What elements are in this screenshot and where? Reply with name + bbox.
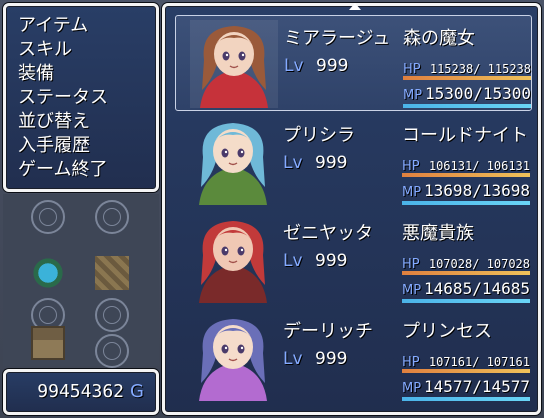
- mp-value: 14577/14577: [424, 377, 530, 396]
- actor-name: ミアラージュ: [284, 28, 391, 49]
- actor-name: ゼニヤッタ: [283, 223, 373, 244]
- level-label: Lv: [283, 251, 303, 271]
- menu-item-status[interactable]: ステータス: [14, 86, 154, 110]
- actor-row[interactable]: ミアラージュ Lv 999 森の魔女 HP 115238/ 115238 MP …: [175, 15, 532, 111]
- mp-gauge-fill: [402, 397, 530, 401]
- hp-label: HP: [402, 257, 420, 272]
- menu-item-equip[interactable]: 装備: [18, 62, 152, 86]
- actor-name: プリシラ: [283, 125, 355, 146]
- actor-level: 999: [315, 153, 348, 173]
- mp-gauge: MP 15300/15300: [403, 84, 531, 110]
- menu-item-formation[interactable]: 並び替え: [18, 110, 152, 134]
- hp-gauge-fill: [403, 76, 531, 80]
- hp-gauge-fill: [402, 369, 530, 373]
- hp-value: 115238/ 115238: [429, 62, 531, 76]
- mp-label: MP: [402, 283, 422, 298]
- command-window: アイテム スキル 装備 ステータス 並び替え 入手履歴 ゲーム終了: [3, 3, 159, 192]
- menu-item-skills[interactable]: スキル: [18, 38, 152, 62]
- chest-tile-icon: [31, 326, 65, 360]
- mp-gauge: MP 13698/13698: [402, 181, 530, 207]
- level-label: Lv: [283, 153, 303, 173]
- actor-level: 999: [315, 349, 348, 369]
- magic-circle-icon: [95, 298, 129, 332]
- actor-row[interactable]: ゼニヤッタ Lv 999 悪魔貴族 HP 107028/ 107028 MP 1…: [175, 211, 532, 307]
- magic-circle-icon: [95, 200, 129, 234]
- actor-face-portrait: [190, 20, 278, 108]
- menu-item-history[interactable]: 入手履歴: [18, 134, 152, 158]
- hp-label: HP: [403, 62, 421, 77]
- mp-value: 13698/13698: [424, 181, 530, 200]
- magic-circle-icon: [95, 334, 129, 368]
- menu-item-items[interactable]: アイテム: [18, 14, 152, 38]
- actor-level: 999: [315, 251, 348, 271]
- actor-class: コールドナイト: [402, 125, 528, 146]
- hp-gauge: HP 115238/ 115238: [403, 62, 531, 82]
- mp-value: 14685/14685: [424, 279, 530, 298]
- hp-value: 107028/ 107028: [428, 257, 530, 271]
- bookshelf-tile-icon: [95, 256, 129, 290]
- actor-row[interactable]: プリシラ Lv 999 コールドナイト HP 106131/ 106131 MP…: [175, 113, 532, 209]
- gold-window: 99454362 G: [3, 369, 159, 415]
- hp-gauge-fill: [402, 271, 530, 275]
- gold-unit: G: [130, 381, 144, 402]
- mp-gauge: MP 14577/14577: [402, 377, 530, 403]
- actor-class: プリンセス: [402, 321, 492, 342]
- mp-gauge-fill: [402, 201, 530, 205]
- map-view: [3, 194, 159, 368]
- actor-class: 森の魔女: [403, 28, 475, 49]
- menu-item-game-end[interactable]: ゲーム終了: [18, 158, 152, 182]
- hp-gauge: HP 106131/ 106131: [402, 159, 530, 179]
- mp-gauge: MP 14685/14685: [402, 279, 530, 305]
- mp-gauge-fill: [403, 104, 531, 108]
- actor-row[interactable]: デーリッチ Lv 999 プリンセス HP 107161/ 107161 MP …: [175, 309, 532, 405]
- hp-value: 106131/ 106131: [428, 159, 530, 173]
- hp-value: 107161/ 107161: [428, 355, 530, 369]
- mp-value: 15300/15300: [425, 84, 531, 103]
- hp-label: HP: [402, 355, 420, 370]
- actor-name: デーリッチ: [283, 321, 373, 342]
- level-label: Lv: [283, 349, 303, 369]
- actor-face-portrait: [189, 117, 277, 205]
- hp-gauge-fill: [402, 173, 530, 177]
- mp-label: MP: [402, 185, 422, 200]
- scroll-up-arrow-icon[interactable]: [349, 3, 361, 10]
- hp-gauge: HP 107028/ 107028: [402, 257, 530, 277]
- actor-face-portrait: [189, 215, 277, 303]
- actor-level: 999: [316, 56, 349, 76]
- level-label: Lv: [284, 56, 304, 76]
- actor-class: 悪魔貴族: [402, 223, 474, 244]
- globe-tile-icon: [31, 256, 65, 290]
- hp-label: HP: [402, 159, 420, 174]
- mp-label: MP: [402, 381, 422, 396]
- hp-gauge: HP 107161/ 107161: [402, 355, 530, 375]
- party-status-window: ミアラージュ Lv 999 森の魔女 HP 115238/ 115238 MP …: [162, 3, 541, 415]
- mp-gauge-fill: [402, 299, 530, 303]
- gold-amount: 99454362: [37, 381, 124, 402]
- mp-label: MP: [403, 88, 423, 103]
- magic-circle-icon: [31, 200, 65, 234]
- actor-face-portrait: [189, 313, 277, 401]
